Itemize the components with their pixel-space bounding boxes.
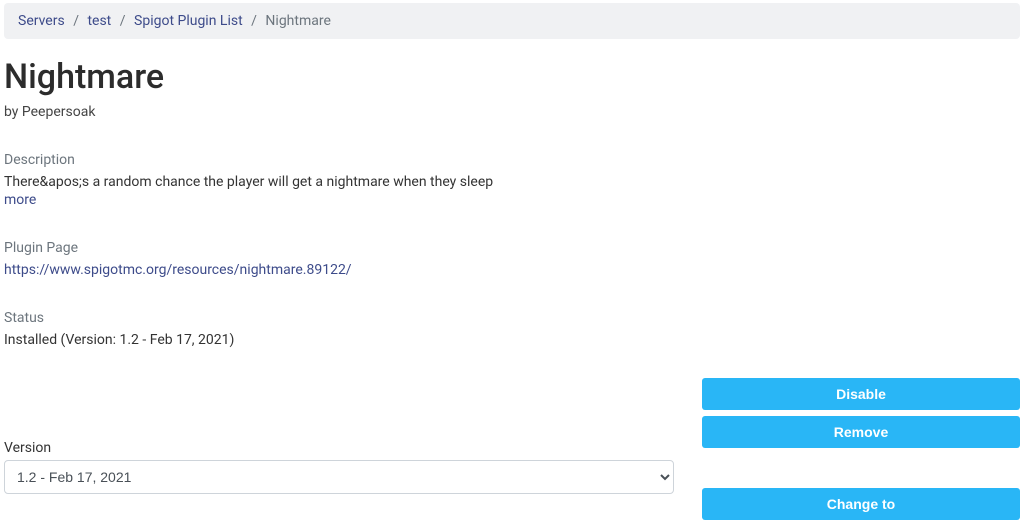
plugin-page-link[interactable]: https://www.spigotmc.org/resources/night… [4, 262, 352, 278]
breadcrumb-link-test[interactable]: test [87, 13, 111, 29]
description-text: There&apos;s a random chance the player … [4, 174, 1020, 190]
more-link[interactable]: more [4, 192, 36, 208]
version-area: Version 1.2 - Feb 17, 2021 [4, 440, 674, 494]
breadcrumb-separator: / [115, 13, 131, 29]
breadcrumb-current: Nightmare [265, 13, 330, 29]
action-buttons: Disable Remove Change to [702, 378, 1020, 520]
status-text: Installed (Version: 1.2 - Feb 17, 2021) [4, 332, 1020, 348]
disable-button[interactable]: Disable [702, 378, 1020, 410]
breadcrumb-separator: / [246, 13, 262, 29]
version-select[interactable]: 1.2 - Feb 17, 2021 [4, 460, 674, 494]
plugin-author: by Peepersoak [4, 104, 1020, 120]
status-label: Status [4, 310, 1020, 326]
plugin-page-label: Plugin Page [4, 240, 1020, 256]
breadcrumb-link-servers[interactable]: Servers [18, 13, 65, 29]
breadcrumb: Servers / test / Spigot Plugin List / Ni… [4, 3, 1020, 39]
description-label: Description [4, 152, 1020, 168]
remove-button[interactable]: Remove [702, 416, 1020, 448]
change-to-button[interactable]: Change to [702, 488, 1020, 520]
breadcrumb-link-spigot-plugin-list[interactable]: Spigot Plugin List [134, 13, 243, 29]
breadcrumb-separator: / [68, 13, 84, 29]
plugin-title: Nightmare [4, 57, 1020, 98]
version-label: Version [4, 440, 674, 456]
